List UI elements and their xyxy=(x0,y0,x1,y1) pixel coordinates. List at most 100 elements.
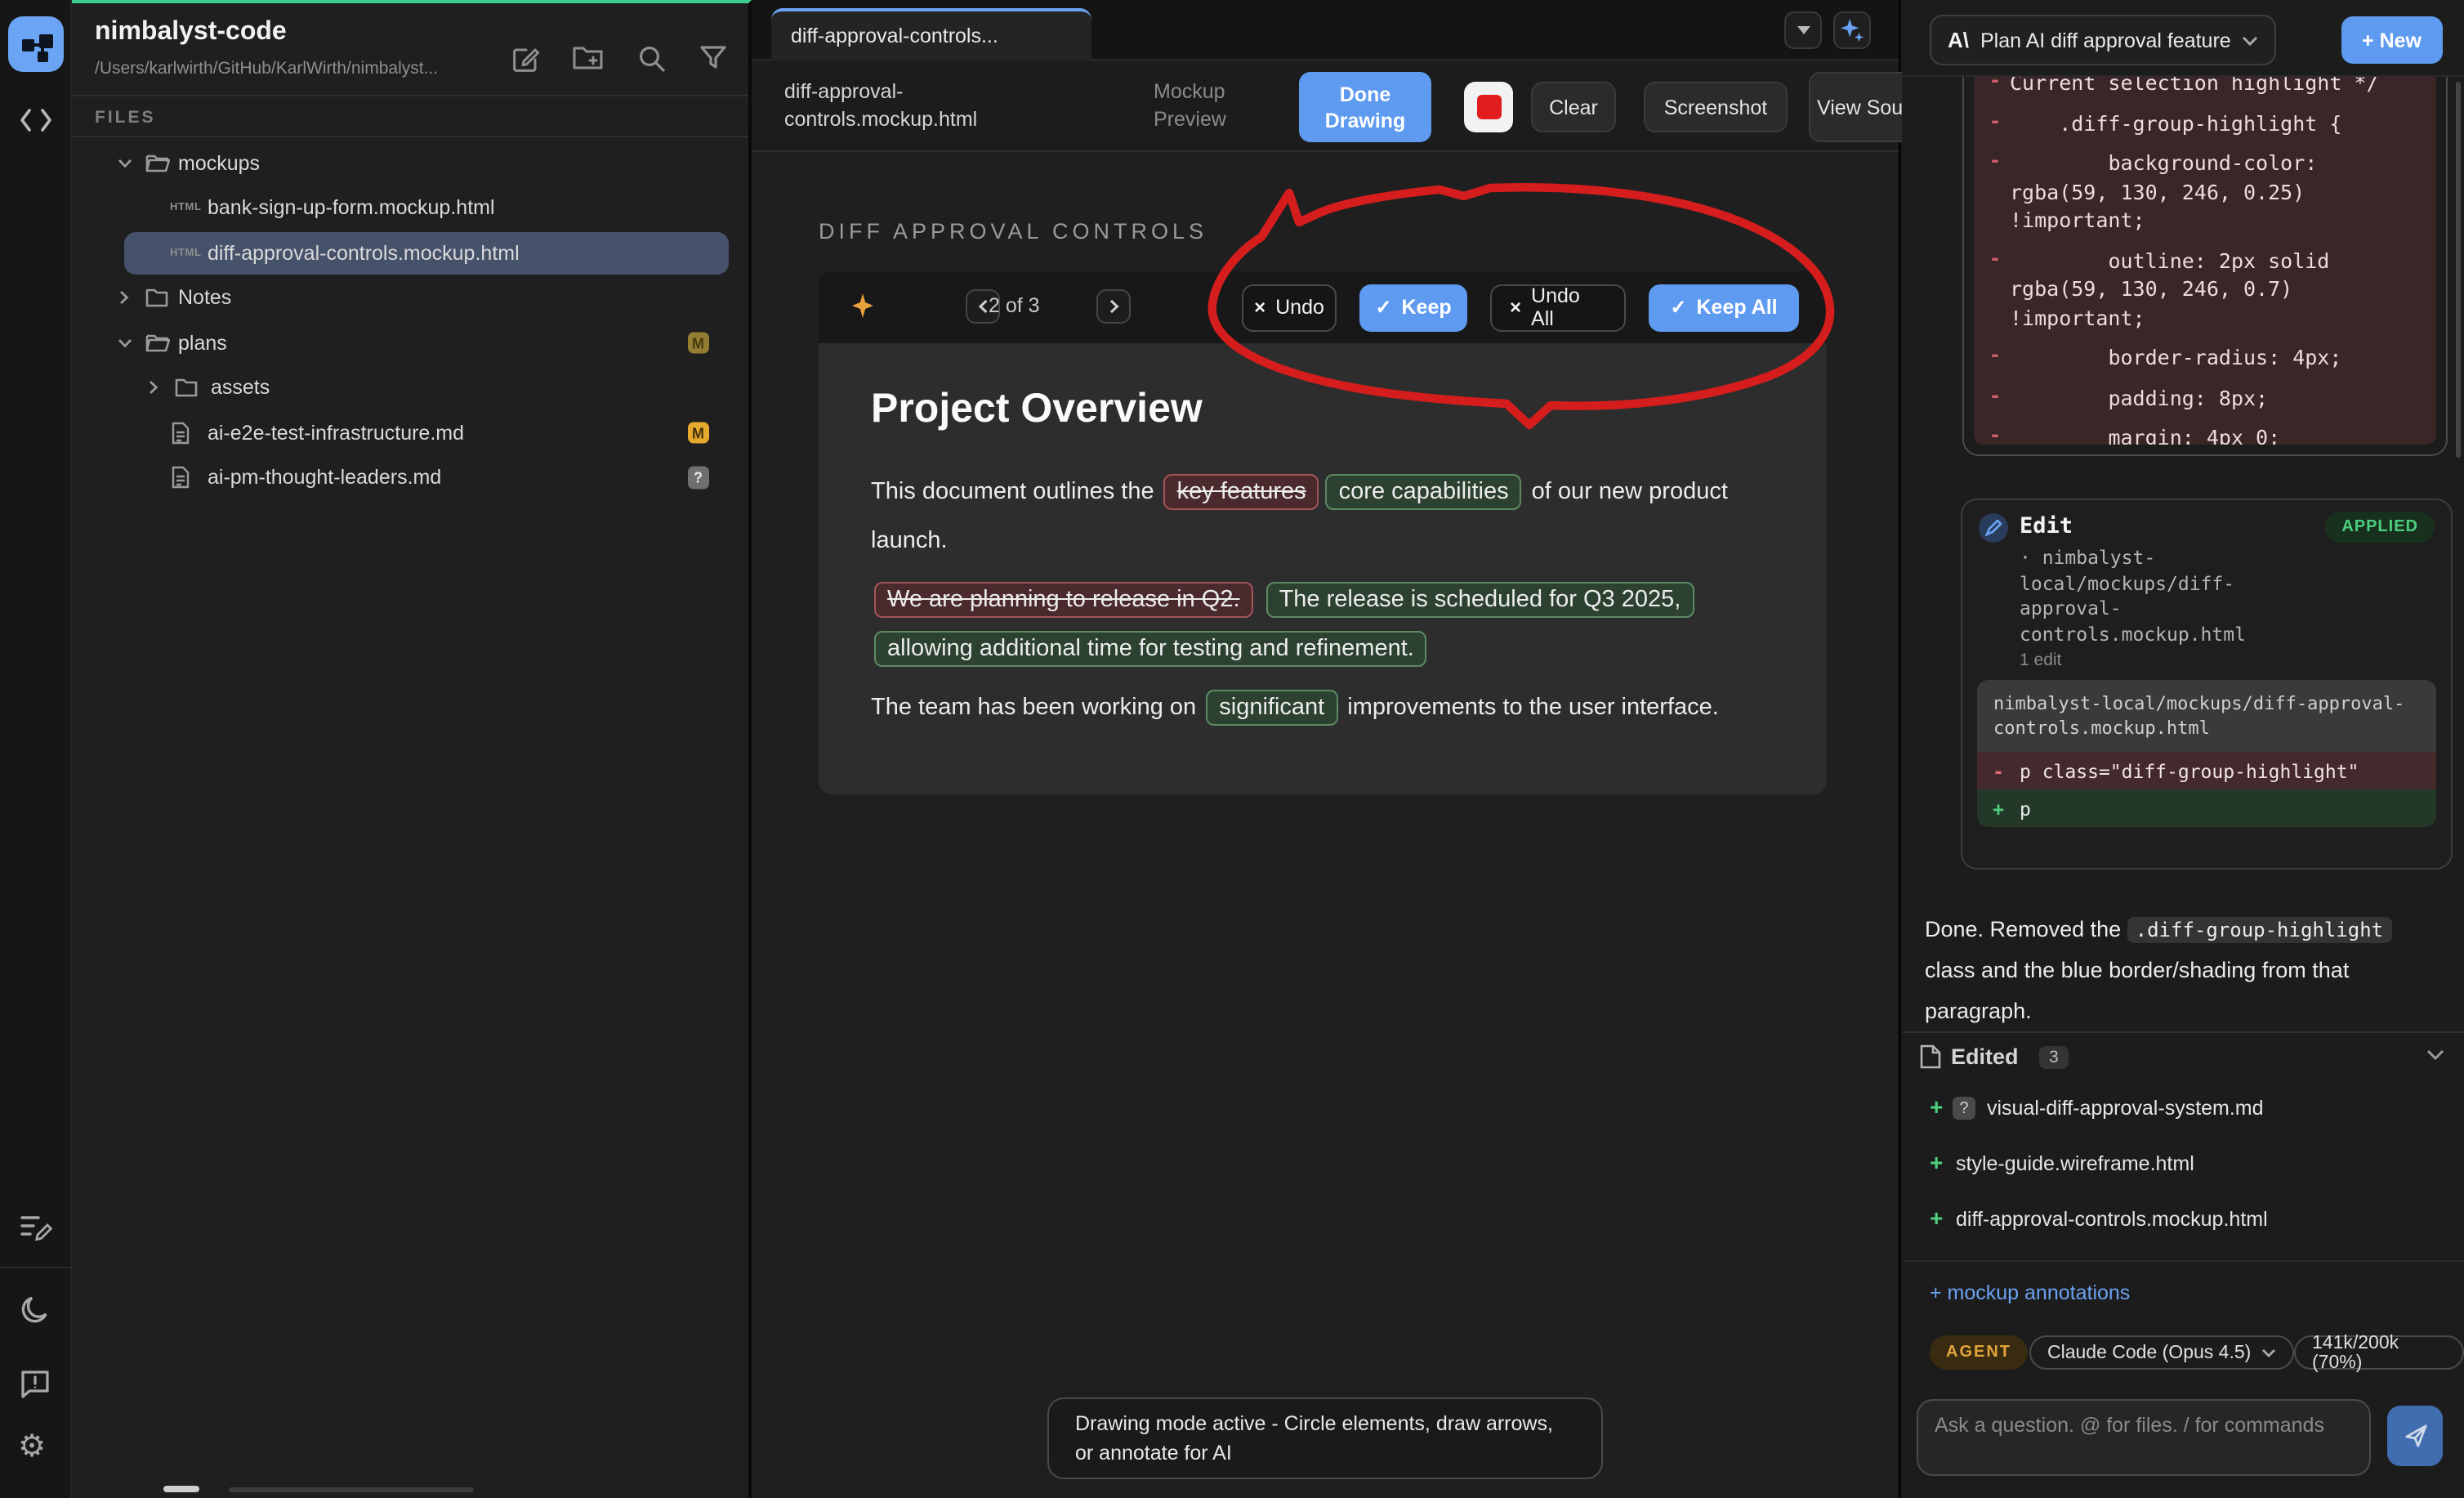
mockup-heading: DIFF APPROVAL CONTROLS xyxy=(819,219,1207,244)
paragraph-3: The team has been working on significant… xyxy=(871,683,1766,732)
edit-square-icon[interactable] xyxy=(510,44,541,75)
keep-all-button[interactable]: ✓Keep All xyxy=(1649,284,1799,331)
minus-icon: - xyxy=(1980,246,2010,332)
tree-item-label: Notes xyxy=(178,287,231,310)
x-icon: × xyxy=(1254,296,1265,319)
filter-icon[interactable] xyxy=(699,44,727,72)
drawing-color-swatch[interactable] xyxy=(1464,82,1513,132)
minus-icon: - xyxy=(1980,343,2010,372)
chat-input-container xyxy=(1917,1399,2371,1476)
new-thread-button[interactable]: + New xyxy=(2341,16,2443,64)
added-text: core capabilities xyxy=(1326,474,1522,510)
moon-icon[interactable] xyxy=(20,1295,51,1326)
chevron-down-icon xyxy=(118,159,132,168)
tree-item-label: diff-approval-controls.mockup.html xyxy=(208,242,520,265)
chat-header: A\ Plan AI diff approval feature + New xyxy=(1902,0,2464,77)
paragraph-1: This document outlines the key featuresc… xyxy=(871,467,1766,566)
new-folder-icon[interactable] xyxy=(572,44,605,72)
clear-button[interactable]: Clear xyxy=(1531,82,1616,132)
chevron-right-icon xyxy=(149,381,158,396)
edited-file-row[interactable]: + style-guide.wireframe.html xyxy=(1902,1141,2464,1187)
check-icon: ✓ xyxy=(1375,296,1391,319)
tab-diff-approval-controls[interactable]: diff-approval-controls... xyxy=(771,8,1091,60)
undo-all-button[interactable]: ×Undo All xyxy=(1490,284,1626,331)
thread-selector[interactable]: A\ Plan AI diff approval feature xyxy=(1930,15,2277,65)
tree-item-label: ai-e2e-test-infrastructure.md xyxy=(208,422,464,445)
tree-item-ai-e2e-test-infrastructure[interactable]: ai-e2e-test-infrastructure.md M xyxy=(72,410,748,455)
deleted-code-region: -Current selection highlight */ - .diff-… xyxy=(1974,62,2436,445)
diff-controls-strip: 2 of 3 ×Undo ✓Keep ×Undo All ✓Keep All xyxy=(819,271,1827,343)
tree-item-bank-sign-up-form[interactable]: HTML bank-sign-up-form.mockup.html xyxy=(72,186,748,230)
edited-file-row[interactable]: + ? visual-diff-approval-system.md xyxy=(1902,1085,2464,1131)
untracked-badge: ? xyxy=(687,467,709,489)
project-header: nimbalyst-code /Users/karlwirth/GitHub/K… xyxy=(72,3,748,96)
editor-panel: diff-approval-controls... diff-approval-… xyxy=(752,0,1900,1498)
undo-button[interactable]: ×Undo xyxy=(1242,284,1337,331)
anthropic-logo-icon: A\ xyxy=(1948,28,1969,52)
file-explorer: nimbalyst-code /Users/karlwirth/GitHub/K… xyxy=(72,0,752,1498)
edited-file-row[interactable]: + diff-approval-controls.mockup.html xyxy=(1902,1196,2464,1242)
clipped-bottom-row xyxy=(163,1471,475,1498)
tree-item-mockups[interactable]: mockups xyxy=(72,141,748,186)
file-tree: mockups HTML bank-sign-up-form.mockup.ht… xyxy=(72,141,748,500)
plus-icon: + xyxy=(1977,797,2020,820)
deleted-text: We are planning to release in Q2. xyxy=(874,582,1253,618)
edited-header[interactable]: Edited 3 xyxy=(1902,1033,2464,1082)
compose-notes-icon[interactable] xyxy=(20,1213,52,1242)
folder-icon xyxy=(175,378,198,398)
tree-item-label: bank-sign-up-form.mockup.html xyxy=(208,197,495,220)
added-text: significant xyxy=(1206,690,1337,726)
edit-tool-card: Edit APPLIED · nimbalyst-local/mockups/d… xyxy=(1961,499,2453,870)
minus-icon: - xyxy=(1980,109,2010,137)
ai-sparkle-button[interactable] xyxy=(1833,11,1871,49)
inline-code: .diff-group-highlight xyxy=(2127,917,2391,943)
feedback-icon[interactable] xyxy=(20,1370,51,1399)
edit-diff-preview[interactable]: nimbalyst-local/mockups/diff-approval-co… xyxy=(1977,680,2436,827)
search-icon[interactable] xyxy=(637,44,667,74)
tree-item-diff-approval-controls[interactable]: HTML diff-approval-controls.mockup.html xyxy=(72,230,748,275)
send-button[interactable] xyxy=(2387,1406,2443,1466)
gear-icon[interactable]: ⚙ xyxy=(18,1432,46,1463)
minus-icon: - xyxy=(1980,383,2010,412)
model-selector[interactable]: Claude Code (Opus 4.5) xyxy=(2029,1335,2293,1370)
tree-item-notes[interactable]: Notes xyxy=(72,275,748,320)
modified-badge: M xyxy=(687,332,709,354)
applied-status-badge: APPLIED xyxy=(2325,512,2435,543)
deleted-text: key features xyxy=(1164,474,1319,510)
preview-toolbar: diff-approval-controls.mockup.html Mocku… xyxy=(752,60,1899,152)
code-icon[interactable] xyxy=(20,108,52,132)
file-name: diff-approval-controls.mockup.html xyxy=(784,78,1049,134)
files-section-label: FILES xyxy=(95,108,156,127)
tree-item-plans[interactable]: plans M xyxy=(72,320,748,365)
tree-item-assets[interactable]: assets xyxy=(72,365,748,410)
done-drawing-button[interactable]: Done Drawing xyxy=(1299,72,1431,142)
tree-item-label: plans xyxy=(178,332,227,355)
assistant-message: Done. Removed the .diff-group-highlight … xyxy=(1925,909,2441,1031)
app-logo-icon[interactable] xyxy=(8,16,64,72)
tool-name: Edit xyxy=(2020,513,2073,539)
diff-added-line: + p xyxy=(1977,789,2436,827)
chat-scrollbar[interactable] xyxy=(2456,82,2461,458)
mockup-annotations-link[interactable]: + mockup annotations xyxy=(1930,1281,2130,1304)
chat-input[interactable] xyxy=(1918,1401,2369,1474)
keep-button[interactable]: ✓Keep xyxy=(1359,284,1467,331)
app-window: ⚙ nimbalyst-code /Users/karlwirth/GitHub… xyxy=(0,0,2464,1498)
agent-mode-badge[interactable]: AGENT xyxy=(1930,1335,2028,1370)
tab-dropdown-button[interactable] xyxy=(1784,11,1822,49)
folder-open-icon xyxy=(145,333,170,353)
document-edit-icon xyxy=(1920,1044,1941,1069)
tree-item-ai-pm-thought-leaders[interactable]: ai-pm-thought-leaders.md ? xyxy=(72,455,748,500)
x-icon: × xyxy=(1510,296,1521,319)
folder-open-icon xyxy=(145,154,170,173)
diff-deleted-line: - p class="diff-group-highlight" xyxy=(1977,752,2436,789)
chevron-down-icon xyxy=(118,338,132,348)
folder-icon xyxy=(145,288,168,308)
project-title: nimbalyst-code xyxy=(95,18,287,47)
screenshot-button[interactable]: Screenshot xyxy=(1644,82,1788,132)
next-diff-button[interactable] xyxy=(1096,289,1131,324)
tree-item-label: mockups xyxy=(178,152,260,175)
tree-item-label: ai-pm-thought-leaders.md xyxy=(208,467,441,490)
mockup-preview: DIFF APPROVAL CONTROLS 2 of 3 ×Undo ✓Kee… xyxy=(752,152,1899,1498)
files-divider xyxy=(72,136,748,137)
ai-chat-panel: -Current selection highlight */ - .diff-… xyxy=(1902,0,2464,1498)
